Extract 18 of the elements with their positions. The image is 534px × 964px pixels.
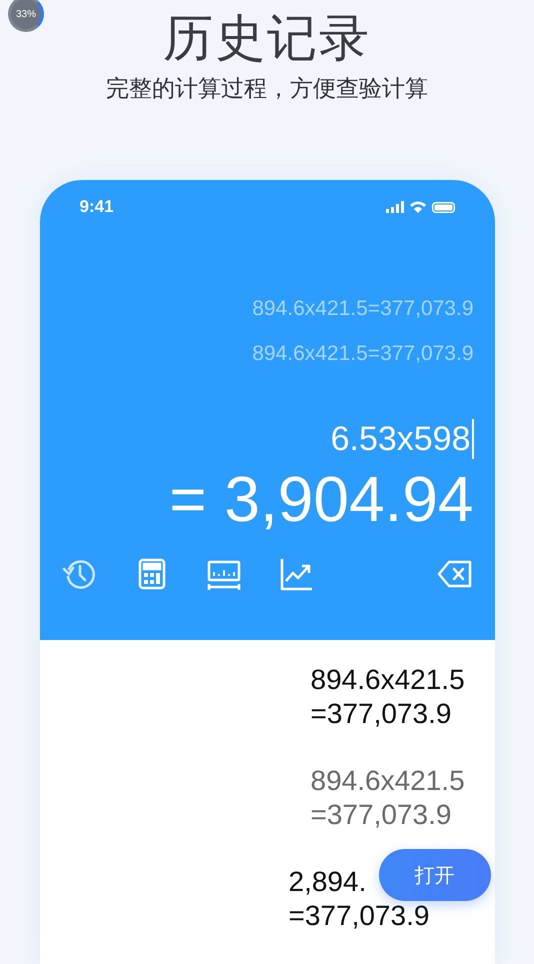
status-time: 9:41 (80, 196, 114, 218)
history-line: 894.6x421.5=377,073.9 (252, 296, 474, 322)
expression-field[interactable]: 6.53x598 (330, 419, 474, 459)
page-title: 历史记录 (163, 8, 371, 69)
open-button[interactable]: 打开 (378, 849, 490, 901)
signal-icon (386, 201, 404, 213)
battery-icon (432, 202, 454, 212)
history-entry-line: 894.6x421.5 (310, 764, 465, 798)
result-text: = 3,904.94 (168, 463, 474, 535)
wifi-icon (410, 201, 426, 213)
history-entry-line: =377,073.9 (310, 697, 452, 731)
page-subtitle: 完整的计算过程，方便查验计算 (106, 75, 428, 104)
progress-badge: 33% (8, 0, 44, 32)
history-entry-line: =377,073.9 (310, 798, 452, 832)
history-entry-line: 894.6x421.5 (310, 663, 465, 697)
history-entry-line: 2,894. (288, 865, 366, 899)
history-entry-line: =377,073.9 (288, 899, 430, 933)
history-line: 894.6x421.5=377,073.9 (252, 341, 474, 367)
